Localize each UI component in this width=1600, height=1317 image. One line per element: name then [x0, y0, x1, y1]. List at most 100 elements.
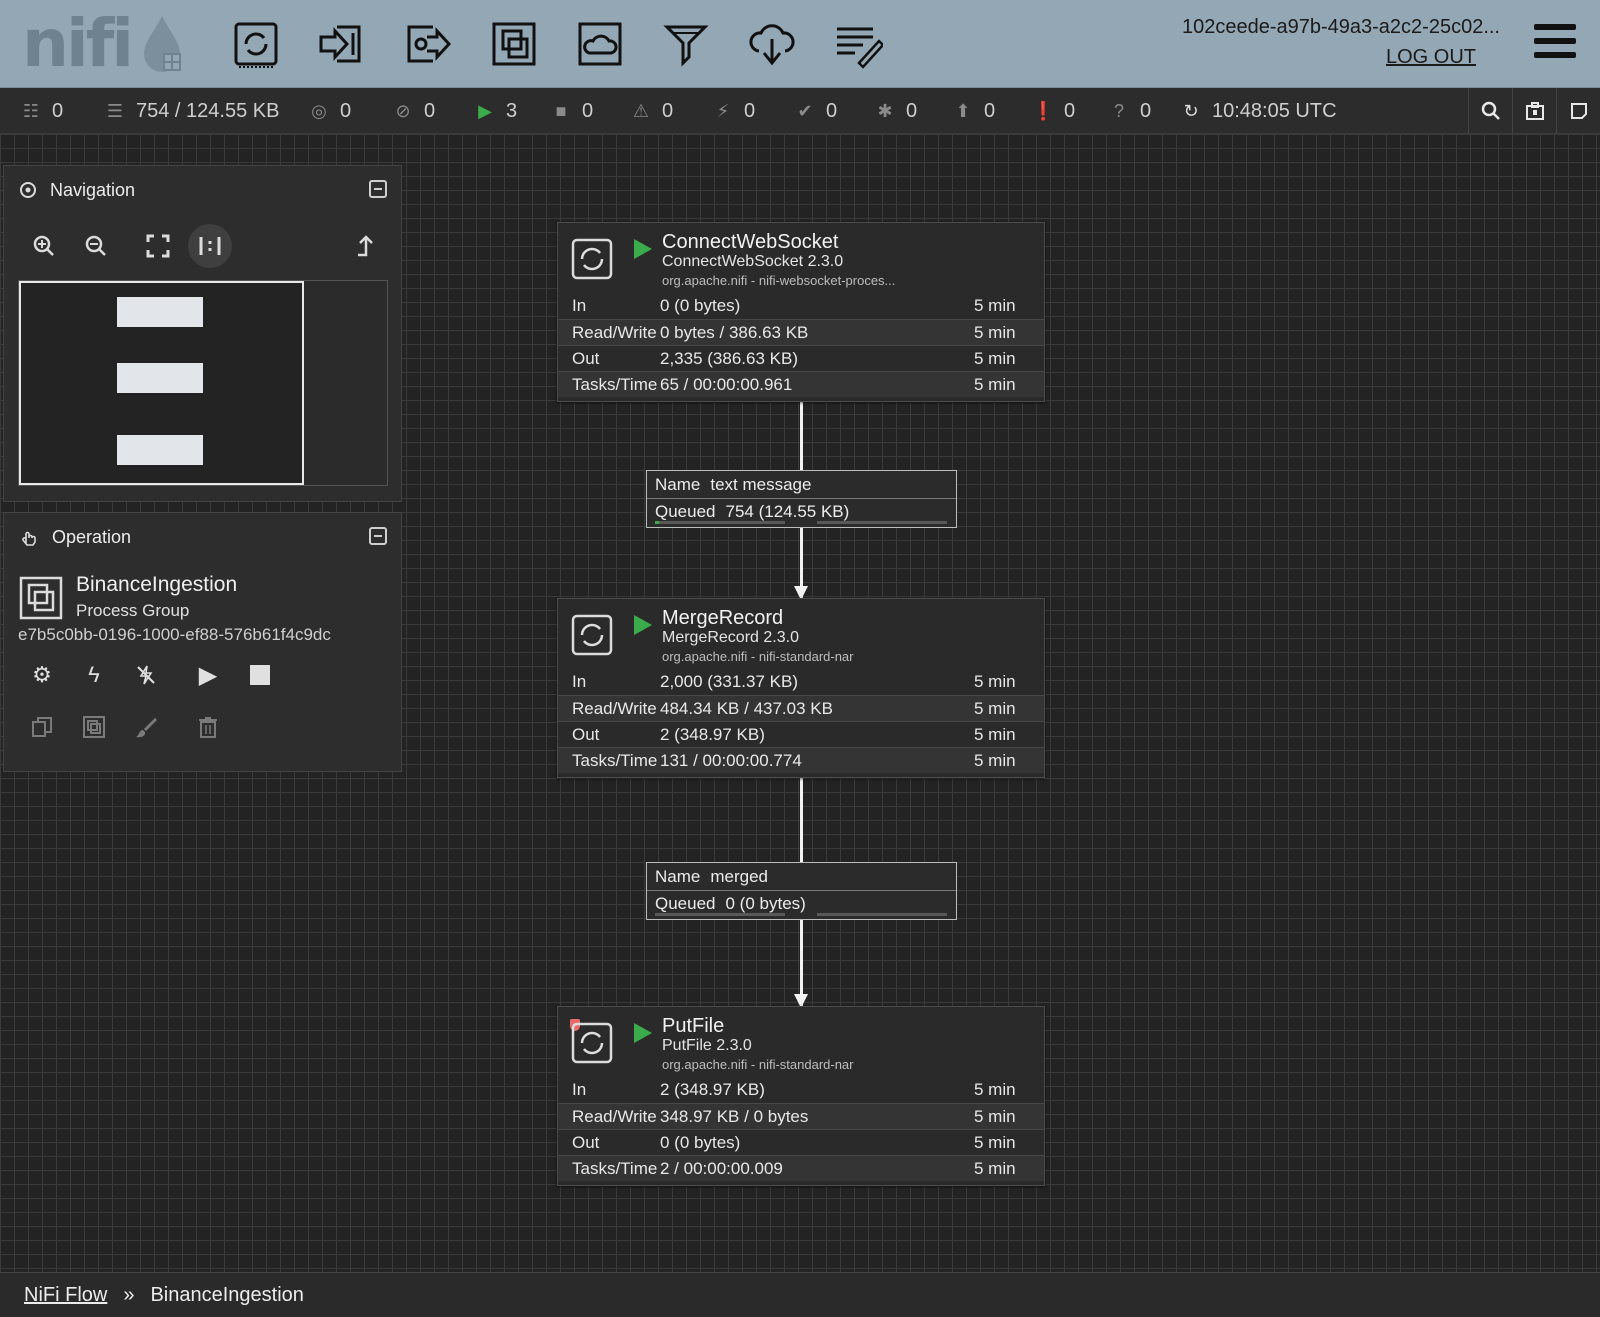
- operation-collapse-button[interactable]: [369, 527, 387, 545]
- global-menu-button[interactable]: [1534, 24, 1576, 64]
- copy-button[interactable]: [24, 709, 60, 745]
- stat-label: In: [572, 296, 587, 315]
- selected-component-id: e7b5c0bb-0196-1000-ef88-576b61f4c9dc: [18, 625, 331, 644]
- delete-button[interactable]: [190, 709, 226, 745]
- stat-value: 0 (0 bytes): [660, 296, 741, 315]
- output-port-tool[interactable]: [400, 16, 456, 72]
- transmitting-icon: ◎: [311, 100, 327, 121]
- stat-row-in: In 2,000 (331.37 KB) 5 min: [558, 669, 1044, 695]
- processor-header: PutFile PutFile 2.3.0 org.apache.nifi - …: [558, 1007, 1044, 1077]
- stat-row-out: Out 0 (0 bytes) 5 min: [558, 1129, 1044, 1155]
- zoom-out-button[interactable]: [74, 224, 118, 268]
- connection-name: merged: [710, 866, 768, 886]
- refresh-icon[interactable]: ↻: [1180, 101, 1202, 122]
- breadcrumb-root-link[interactable]: NiFi Flow: [24, 1284, 107, 1307]
- processor-icon: [571, 1022, 613, 1064]
- invalid-count: 0: [662, 99, 674, 122]
- copy-icon: [32, 717, 52, 737]
- processor-bundle: org.apache.nifi - nifi-websocket-proces.…: [662, 273, 896, 288]
- zoom-in-button[interactable]: [22, 224, 66, 268]
- stat-row-read-write: Read/Write 0 bytes / 386.63 KB 5 min: [558, 319, 1044, 345]
- leave-group-button[interactable]: [342, 224, 386, 268]
- logout-link[interactable]: LOG OUT: [1386, 46, 1476, 69]
- process-group-tool[interactable]: [486, 16, 542, 72]
- stat-label: Read/Write: [572, 698, 657, 718]
- remote-process-group-icon: [578, 22, 622, 66]
- processor-type: PutFile 2.3.0: [662, 1037, 752, 1054]
- last-refreshed-time: 10:48:05 UTC: [1212, 99, 1337, 122]
- operation-header[interactable]: Operation: [4, 513, 401, 561]
- template-tool[interactable]: [744, 16, 800, 72]
- disabled-status: ⚡ 0: [712, 88, 755, 134]
- input-port-tool[interactable]: [314, 16, 370, 72]
- disable-button[interactable]: [128, 657, 164, 693]
- stat-window: 5 min: [974, 296, 1016, 315]
- enable-button[interactable]: ϟ: [76, 657, 112, 693]
- running-status: ▶ 3: [474, 88, 517, 134]
- output-port-icon: [407, 25, 452, 63]
- stat-label: Tasks/Time: [572, 1158, 658, 1178]
- stat-window: 5 min: [974, 1106, 1016, 1126]
- stat-label: In: [572, 1080, 587, 1099]
- exclamation-circle-icon: ❗: [1032, 100, 1055, 121]
- stat-value: 131 / 00:00:00.774: [660, 750, 802, 770]
- stat-value: 484.34 KB / 437.03 KB: [660, 698, 833, 718]
- disabled-icon: ⚡: [716, 100, 730, 121]
- search-icon: [1481, 101, 1500, 120]
- stat-window: 5 min: [974, 724, 1016, 744]
- refresh-status[interactable]: ↻ 10:48:05 UTC: [1180, 88, 1337, 134]
- sticky-note-icon: [1570, 103, 1587, 119]
- stop-button[interactable]: [242, 657, 278, 693]
- birdseye-view[interactable]: [18, 280, 388, 486]
- stat-window: 5 min: [974, 374, 1016, 394]
- question-icon: ?: [1113, 100, 1124, 121]
- notes-button[interactable]: [1556, 88, 1600, 134]
- queued-status: ☰ 754 / 124.55 KB: [104, 88, 280, 134]
- connection-queued-label: Queued: [655, 894, 716, 913]
- remote-process-group-tool[interactable]: [572, 16, 628, 72]
- processor-mergerecord[interactable]: MergeRecord MergeRecord 2.3.0 org.apache…: [557, 598, 1045, 778]
- stat-value: 0 bytes / 386.63 KB: [660, 322, 809, 342]
- running-count: 3: [506, 99, 518, 122]
- connection-name-row: Name text message: [647, 471, 956, 498]
- funnel-tool[interactable]: [658, 16, 714, 72]
- fit-button[interactable]: [136, 224, 180, 268]
- connection-name-row: Name merged: [647, 863, 956, 890]
- stat-value: 2 / 00:00:00.009: [660, 1158, 783, 1178]
- check-icon: ✔: [797, 100, 813, 121]
- processor-connectwebsocket[interactable]: ConnectWebSocket ConnectWebSocket 2.3.0 …: [557, 222, 1045, 402]
- navigation-header[interactable]: Navigation: [4, 166, 401, 214]
- configure-button[interactable]: ⚙: [24, 657, 60, 693]
- color-button[interactable]: [128, 709, 164, 745]
- up-to-date-count: 0: [826, 99, 838, 122]
- connection-name-label: Name: [655, 474, 701, 494]
- flow-canvas[interactable]: Navigation Operation BinanceIngestion Pr…: [0, 134, 1600, 1272]
- not-transmitting-status: ⊘ 0: [392, 88, 435, 134]
- connection-label-text-message[interactable]: Name text message Queued 754 (124.55 KB): [646, 470, 957, 528]
- processor-tool[interactable]: [228, 16, 284, 72]
- search-button[interactable]: [1468, 88, 1512, 134]
- bulletin-board-button[interactable]: [1512, 88, 1556, 134]
- connection-label-merged[interactable]: Name merged Queued 0 (0 bytes): [646, 862, 957, 920]
- stat-row-tasks-time: Tasks/Time 2 / 00:00:00.009 5 min: [558, 1155, 1044, 1181]
- arrow-up-circle-icon: ⬆: [955, 100, 971, 121]
- stat-value: 2,335 (386.63 KB): [660, 348, 798, 368]
- connection-name: text message: [710, 474, 812, 494]
- start-button[interactable]: ▶: [190, 657, 226, 693]
- invalid-status: ⚠ 0: [630, 88, 673, 134]
- running-indicator: [634, 239, 652, 259]
- menu-bar: [1534, 38, 1576, 44]
- process-group-icon: [492, 22, 536, 66]
- stale-count: 0: [984, 99, 996, 122]
- stat-label: Read/Write: [572, 1106, 657, 1126]
- input-port-icon: [319, 25, 361, 63]
- actual-size-button[interactable]: [188, 224, 232, 268]
- menu-bar: [1534, 24, 1576, 30]
- group-button[interactable]: [76, 709, 112, 745]
- stat-window: 5 min: [974, 348, 1016, 368]
- nifi-logo[interactable]: nifi: [22, 8, 182, 80]
- running-indicator: [634, 615, 652, 635]
- processor-putfile[interactable]: PutFile PutFile 2.3.0 org.apache.nifi - …: [557, 1006, 1045, 1186]
- label-tool[interactable]: [830, 16, 886, 72]
- navigation-collapse-button[interactable]: [369, 180, 387, 198]
